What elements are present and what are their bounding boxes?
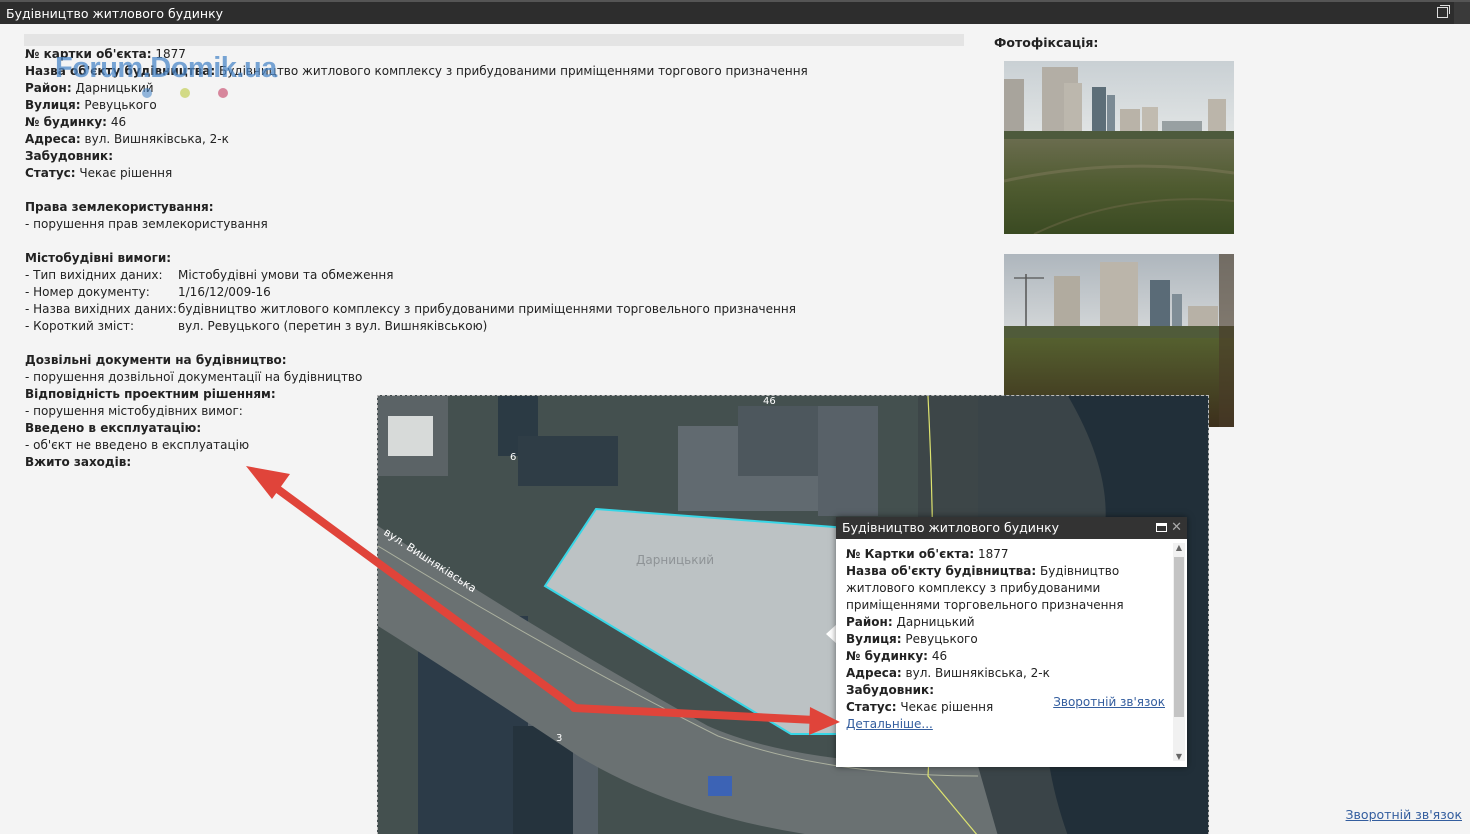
operation-value: - об'єкт не введено в експлуатацію bbox=[25, 438, 250, 452]
popup-name: житлового комплексу з прибудованими bbox=[846, 581, 1101, 595]
maximize-icon[interactable] bbox=[1156, 523, 1167, 532]
compliance-label: Відповідність проектним рішенням: bbox=[25, 387, 276, 401]
window-title: Будівництво житлового будинку bbox=[6, 6, 224, 21]
restore-window-icon[interactable] bbox=[1437, 5, 1450, 18]
popup-address-label: Адреса: bbox=[846, 666, 902, 680]
address-label: Адреса: bbox=[25, 132, 81, 146]
street-value: Ревуцького bbox=[84, 98, 157, 112]
address-value: вул. Вишняківська, 2-к bbox=[84, 132, 229, 146]
popup-street-label: Вулиця: bbox=[846, 632, 902, 646]
popup-feedback-link[interactable]: Зворотній зв'язок bbox=[1053, 695, 1165, 709]
popup-name: Будівництво bbox=[1039, 564, 1120, 578]
map-district-label: Дарницький bbox=[636, 553, 714, 567]
site-photo-1[interactable] bbox=[1004, 61, 1234, 234]
popup-district-label: Район: bbox=[846, 615, 893, 629]
popup-card-no-label: № Картки об'єкта: bbox=[846, 547, 975, 561]
urban-key: - Назва вихідних даних: bbox=[25, 302, 177, 316]
land-rights-label: Права землекористування: bbox=[25, 200, 214, 214]
popup-title: Будівництво житлового будинку bbox=[842, 520, 1060, 535]
urban-value: вул. Ревуцького (перетин з вул. Вишняків… bbox=[178, 319, 488, 333]
developer-label: Забудовник: bbox=[25, 149, 113, 163]
close-icon[interactable]: ✕ bbox=[1171, 517, 1182, 539]
map-info-popup: Будівництво житлового будинку ✕ № Картки… bbox=[836, 517, 1187, 767]
details-link[interactable]: Детальніше... bbox=[846, 717, 933, 731]
header-strip bbox=[24, 34, 964, 46]
urban-value: 1/16/12/009-16 bbox=[178, 285, 271, 299]
popup-street: Ревуцького bbox=[905, 632, 978, 646]
window-titlebar: Будівництво житлового будинку bbox=[0, 0, 1470, 26]
land-rights-value: - порушення прав землекористування bbox=[25, 217, 268, 231]
map-house-number: 3 bbox=[556, 733, 562, 744]
scroll-thumb[interactable] bbox=[1174, 557, 1184, 717]
popup-developer-label: Забудовник: bbox=[846, 683, 934, 697]
scroll-up-icon[interactable]: ▲ bbox=[1173, 543, 1185, 552]
popup-house: 46 bbox=[931, 649, 948, 663]
popup-address: вул. Вишняківська, 2-к bbox=[905, 666, 1050, 680]
name-label: Назва об'єкту будівництва: bbox=[25, 64, 216, 78]
measures-label: Вжито заходів: bbox=[25, 455, 132, 469]
map-house-number: 6 bbox=[510, 452, 516, 463]
status-label: Статус: bbox=[25, 166, 76, 180]
urban-key: - Короткий зміст: bbox=[25, 319, 135, 333]
page-feedback-link[interactable]: Зворотній зв'язок bbox=[1346, 807, 1462, 822]
status-value: Чекає рішення bbox=[79, 166, 173, 180]
popup-status: Чекає рішення bbox=[900, 700, 994, 714]
popup-house-label: № будинку: bbox=[846, 649, 928, 663]
popup-card-no: 1877 bbox=[978, 547, 1009, 561]
compliance-value: - порушення містобудівних вимог: bbox=[25, 404, 243, 418]
operation-label: Введено в експлуатацію: bbox=[25, 421, 202, 435]
popup-district: Дарницький bbox=[896, 615, 975, 629]
urban-key: - Тип вихідних даних: bbox=[25, 268, 163, 282]
district-value: Дарницький bbox=[75, 81, 154, 95]
name-value: Будівництво житлового комплексу з прибуд… bbox=[218, 64, 808, 78]
popup-scrollbar[interactable]: ▲ ▼ bbox=[1173, 543, 1185, 761]
scrollbar[interactable] bbox=[1454, 2, 1470, 26]
card-no-label: № картки об'єкта: bbox=[25, 47, 152, 61]
house-label: № будинку: bbox=[25, 115, 107, 129]
urban-requirements-label: Містобудівні вимоги: bbox=[25, 251, 172, 265]
popup-name-label: Назва об'єкту будівництва: bbox=[846, 564, 1037, 578]
street-label: Вулиця: bbox=[25, 98, 81, 112]
popup-name: приміщеннями торговельного призначення bbox=[846, 598, 1124, 612]
card-content: № картки об'єкта: 1877 Назва об'єкту буд… bbox=[0, 24, 1470, 834]
permits-value: - порушення дозвільної документації на б… bbox=[25, 370, 363, 384]
house-value: 46 bbox=[110, 115, 127, 129]
card-no-value: 1877 bbox=[155, 47, 186, 61]
photo-section-title: Фотофіксація: bbox=[994, 35, 1099, 50]
popup-titlebar: Будівництво житлового будинку ✕ bbox=[836, 517, 1187, 539]
map-house-number: 46 bbox=[763, 396, 776, 407]
popup-status-label: Статус: bbox=[846, 700, 897, 714]
urban-value: Містобудівні умови та обмеження bbox=[178, 268, 394, 282]
urban-key: - Номер документу: bbox=[25, 285, 150, 299]
district-label: Район: bbox=[25, 81, 72, 95]
scroll-down-icon[interactable]: ▼ bbox=[1173, 752, 1185, 761]
permits-label: Дозвільні документи на будівництво: bbox=[25, 353, 287, 367]
urban-value: будівництво житлового комплексу з прибуд… bbox=[178, 302, 796, 316]
